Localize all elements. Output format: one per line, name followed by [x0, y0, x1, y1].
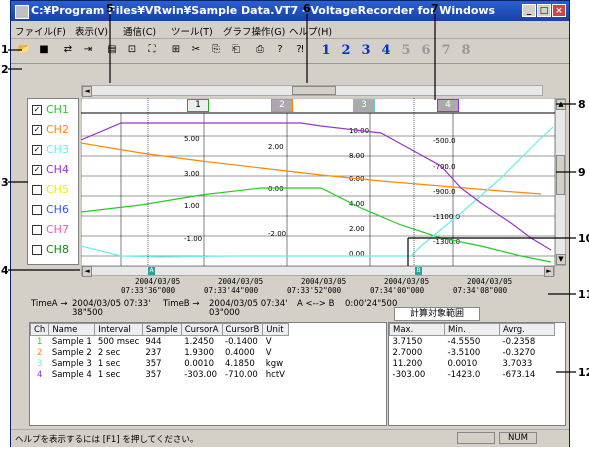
annotation-arrows: [8, 14, 576, 373]
